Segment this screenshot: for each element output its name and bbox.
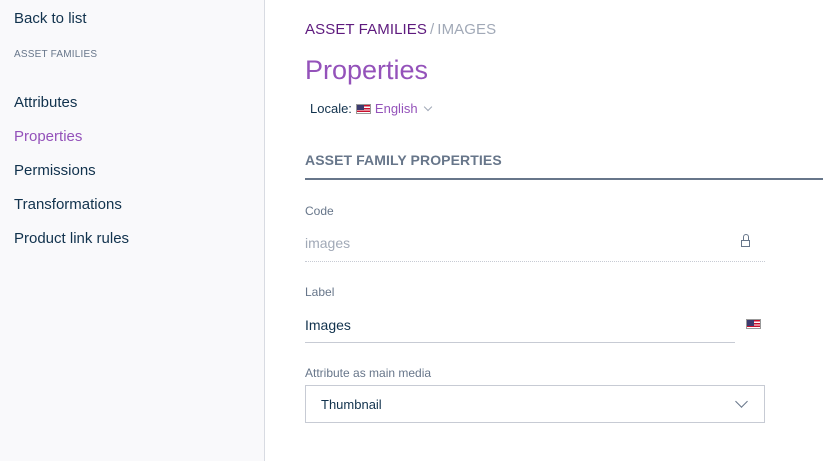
main-content: ASSET FAMILIES / IMAGES Properties Locale:… <box>265 0 823 461</box>
page-title: Properties <box>305 55 429 85</box>
sidebar-item-product-link-rules[interactable]: Product link rules <box>14 229 129 263</box>
breadcrumb: ASSET FAMILIES / IMAGES <box>305 21 496 38</box>
sidebar-item-attributes[interactable]: Attributes <box>14 93 129 127</box>
section-title: ASSET FAMILY PROPERTIES <box>305 152 502 168</box>
locale-value: English <box>374 101 418 116</box>
sidebar-item-permissions[interactable]: Permissions <box>14 161 129 195</box>
main-media-select[interactable]: Thumbnail <box>305 385 765 423</box>
main-media-select-value: Thumbnail <box>321 396 382 412</box>
chevron-down-icon <box>423 102 432 111</box>
label-field <box>305 313 735 343</box>
lock-icon <box>741 234 750 247</box>
locale-switcher[interactable]: Locale: English <box>310 101 432 116</box>
chevron-down-icon <box>735 395 748 408</box>
code-field-label: Code <box>305 204 334 218</box>
back-to-list-link[interactable]: Back to list <box>14 10 87 27</box>
us-flag-icon <box>355 103 371 114</box>
code-field: images <box>305 232 765 262</box>
sidebar-item-transformations[interactable]: Transformations <box>14 195 129 229</box>
section-header: ASSET FAMILY PROPERTIES <box>305 152 823 180</box>
main-media-field-label: Attribute as main media <box>305 366 432 380</box>
sidebar: Back to list ASSET FAMILIES Attributes P… <box>0 0 265 461</box>
us-flag-icon <box>746 319 761 329</box>
sidebar-section-title: ASSET FAMILIES <box>14 49 98 60</box>
code-field-value: images <box>305 235 351 251</box>
locale-label: Locale: <box>310 101 352 116</box>
breadcrumb-asset-families-link[interactable]: ASSET FAMILIES <box>305 21 427 38</box>
sidebar-item-properties[interactable]: Properties <box>14 127 129 161</box>
breadcrumb-separator: / <box>430 21 435 38</box>
sidebar-nav: Attributes Properties Permissions Transf… <box>14 93 129 263</box>
label-field-label: Label <box>305 285 335 299</box>
label-input[interactable] <box>305 313 735 337</box>
breadcrumb-current: IMAGES <box>437 21 497 38</box>
